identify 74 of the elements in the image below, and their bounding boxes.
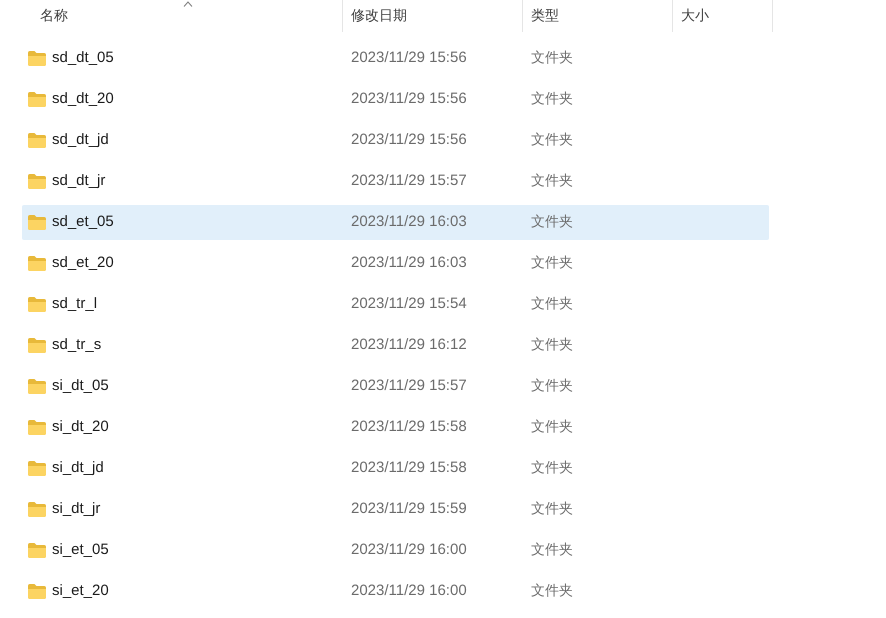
folder-icon: [28, 297, 46, 312]
modified-date: 2023/11/29 15:56: [351, 49, 467, 66]
file-name: sd_dt_jr: [52, 171, 106, 192]
modified-date: 2023/11/29 15:59: [351, 500, 467, 518]
modified-date: 2023/11/29 15:54: [351, 295, 467, 312]
file-type: 文件夹: [531, 214, 573, 230]
folder-row[interactable]: sd_et_05 2023/11/29 16:03 文件夹: [22, 205, 769, 240]
modified-date: 2023/11/29 15:56: [351, 90, 467, 108]
file-type: 文件夹: [531, 50, 573, 66]
column-header[interactable]: 大小: [681, 6, 709, 26]
modified-date: 2023/11/29 15:57: [351, 172, 467, 190]
file-name: si_dt_jd: [52, 458, 104, 478]
folder-icon: [28, 502, 46, 517]
folder-icon: [28, 584, 46, 599]
modified-date: 2023/11/29 16:03: [351, 254, 467, 272]
folder-icon: [28, 133, 46, 148]
file-type: 文件夹: [531, 132, 573, 148]
file-type: 文件夹: [531, 501, 573, 518]
folder-row[interactable]: si_dt_jd 2023/11/29 15:58 文件夹: [22, 451, 769, 486]
folder-row[interactable]: sd_dt_jd 2023/11/29 15:56 文件夹: [22, 123, 769, 158]
column-header[interactable]: 类型: [531, 6, 559, 26]
file-name: sd_dt_05: [52, 48, 114, 68]
folder-icon: [28, 379, 46, 394]
file-name: si_et_05: [52, 540, 109, 560]
modified-date: 2023/11/29 15:58: [351, 459, 467, 476]
file-name: si_dt_05: [52, 376, 109, 396]
file-type: 文件夹: [531, 255, 573, 272]
folder-icon: [28, 543, 46, 558]
file-name: si_et_20: [52, 581, 109, 602]
folder-icon: [28, 215, 46, 230]
file-name: sd_et_20: [52, 253, 114, 274]
file-name: sd_dt_jd: [52, 130, 109, 150]
modified-date: 2023/11/29 16:00: [351, 582, 467, 600]
folder-icon: [28, 174, 46, 189]
modified-date: 2023/11/29 15:57: [351, 377, 467, 394]
folder-icon: [28, 461, 46, 476]
modified-date: 2023/11/29 16:03: [351, 213, 467, 230]
folder-row[interactable]: si_et_05 2023/11/29 16:00 文件夹: [22, 533, 769, 568]
modified-date: 2023/11/29 16:00: [351, 541, 467, 558]
file-type: 文件夹: [531, 419, 573, 436]
file-type: 文件夹: [531, 460, 573, 476]
file-type: 文件夹: [531, 542, 573, 558]
folder-row[interactable]: sd_dt_20 2023/11/29 15:56 文件夹: [22, 82, 769, 117]
folder-row[interactable]: sd_dt_jr 2023/11/29 15:57 文件夹: [22, 164, 769, 199]
file-type: 文件夹: [531, 378, 573, 394]
folder-icon: [28, 92, 46, 107]
file-type: 文件夹: [531, 296, 573, 312]
folder-row[interactable]: sd_dt_05 2023/11/29 15:56 文件夹: [22, 41, 769, 76]
folder-icon: [28, 420, 46, 435]
folder-row[interactable]: si_et_20 2023/11/29 16:00 文件夹: [22, 574, 769, 609]
folder-row[interactable]: sd_tr_l 2023/11/29 15:54 文件夹: [22, 287, 769, 322]
file-type: 文件夹: [531, 173, 573, 190]
column-header[interactable]: 名称: [40, 6, 68, 26]
file-type: 文件夹: [531, 337, 573, 354]
file-type: 文件夹: [531, 583, 573, 600]
folder-row[interactable]: sd_tr_s 2023/11/29 16:12 文件夹: [22, 328, 769, 363]
file-name: si_dt_jr: [52, 499, 100, 520]
file-name: sd_et_05: [52, 212, 114, 232]
modified-date: 2023/11/29 16:12: [351, 336, 467, 354]
file-name: si_dt_20: [52, 417, 109, 438]
modified-date: 2023/11/29 15:58: [351, 418, 467, 436]
file-type: 文件夹: [531, 91, 573, 108]
file-name: sd_tr_s: [52, 335, 102, 356]
folder-icon: [28, 256, 46, 271]
folder-row[interactable]: sd_et_20 2023/11/29 16:03 文件夹: [22, 246, 769, 281]
folder-icon: [28, 338, 46, 353]
folder-row[interactable]: si_dt_20 2023/11/29 15:58 文件夹: [22, 410, 769, 445]
folder-row[interactable]: si_dt_05 2023/11/29 15:57 文件夹: [22, 369, 769, 404]
modified-date: 2023/11/29 15:56: [351, 131, 467, 148]
folder-row[interactable]: si_dt_jr 2023/11/29 15:59 文件夹: [22, 492, 769, 527]
file-name: sd_tr_l: [52, 294, 98, 314]
column-header[interactable]: 修改日期: [351, 6, 407, 26]
file-name: sd_dt_20: [52, 89, 114, 110]
folder-icon: [28, 51, 46, 66]
